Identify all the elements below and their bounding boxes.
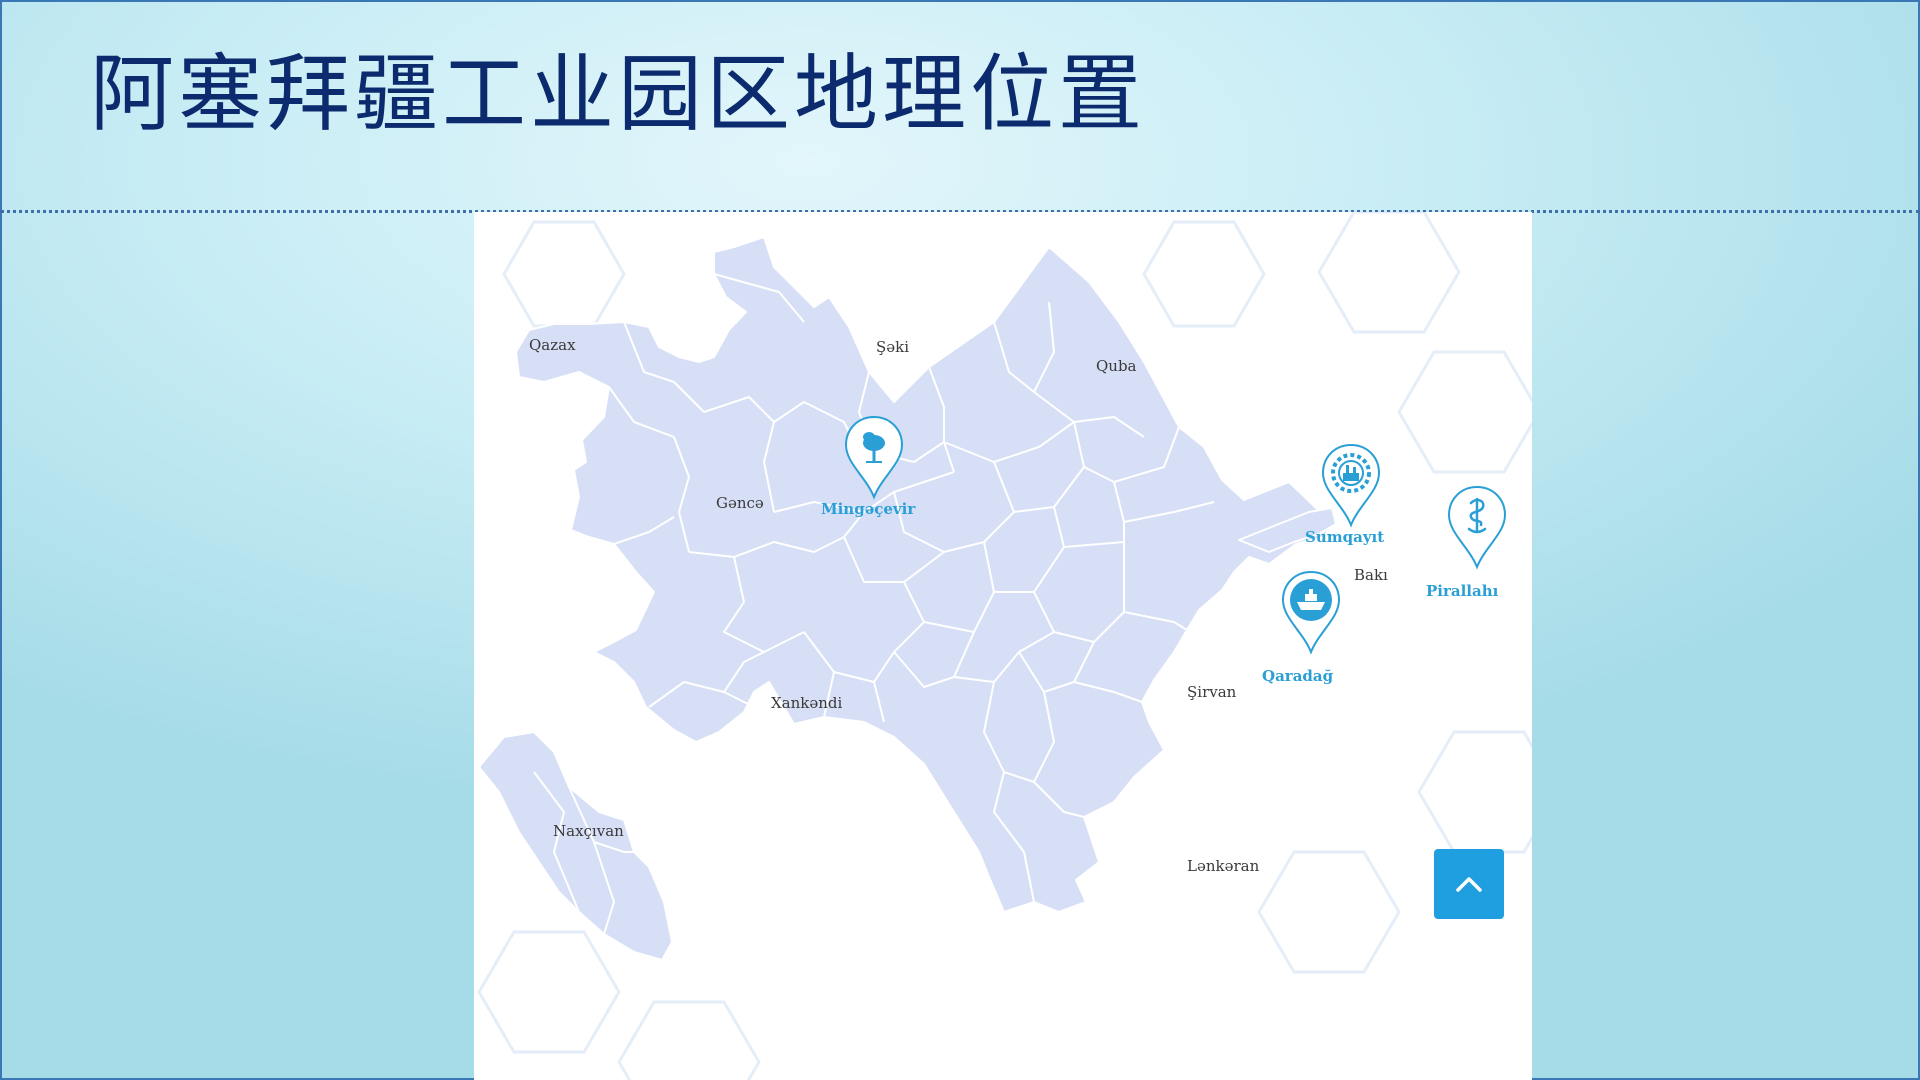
azerbaijan-map: Qazax Şəki Quba Gəncə Bakı Xankəndi Şirv… (477, 212, 1532, 1080)
place-label-baki: Bakı (1354, 566, 1388, 584)
place-label-naxcivan: Naxçıvan (553, 822, 624, 840)
scroll-to-top-button[interactable] (1434, 849, 1504, 919)
naxcivan-exclave (478, 731, 673, 961)
place-label-quba: Quba (1096, 357, 1137, 375)
factory-gear-icon (1331, 453, 1371, 493)
place-label-qazax: Qazax (529, 336, 576, 354)
place-label-xankendi: Xankəndi (771, 694, 843, 712)
chevron-up-icon (1456, 877, 1482, 892)
park-label-qaradag: Qaradağ (1262, 667, 1334, 685)
marker-pirallahi (1447, 485, 1507, 570)
park-label-pirallahi: Pirallahı (1426, 582, 1499, 600)
place-label-seki: Şəki (876, 338, 909, 356)
map-panel: Qazax Şəki Quba Gəncə Bakı Xankəndi Şirv… (474, 212, 1532, 1080)
ship-icon (1290, 579, 1332, 621)
place-label-sirvan: Şirvan (1187, 683, 1237, 701)
park-label-sumqayit: Sumqayıt (1305, 528, 1384, 546)
place-label-gence: Gəncə (716, 494, 764, 512)
main-territory (515, 236, 1333, 913)
park-label-mingecevir: Mingəçevir (821, 500, 916, 518)
marker-qaradag (1281, 570, 1341, 655)
slide-title: 阿塞拜疆工业园区地理位置 (90, 45, 1147, 143)
place-label-lenkeran: Lənkəran (1187, 857, 1260, 875)
